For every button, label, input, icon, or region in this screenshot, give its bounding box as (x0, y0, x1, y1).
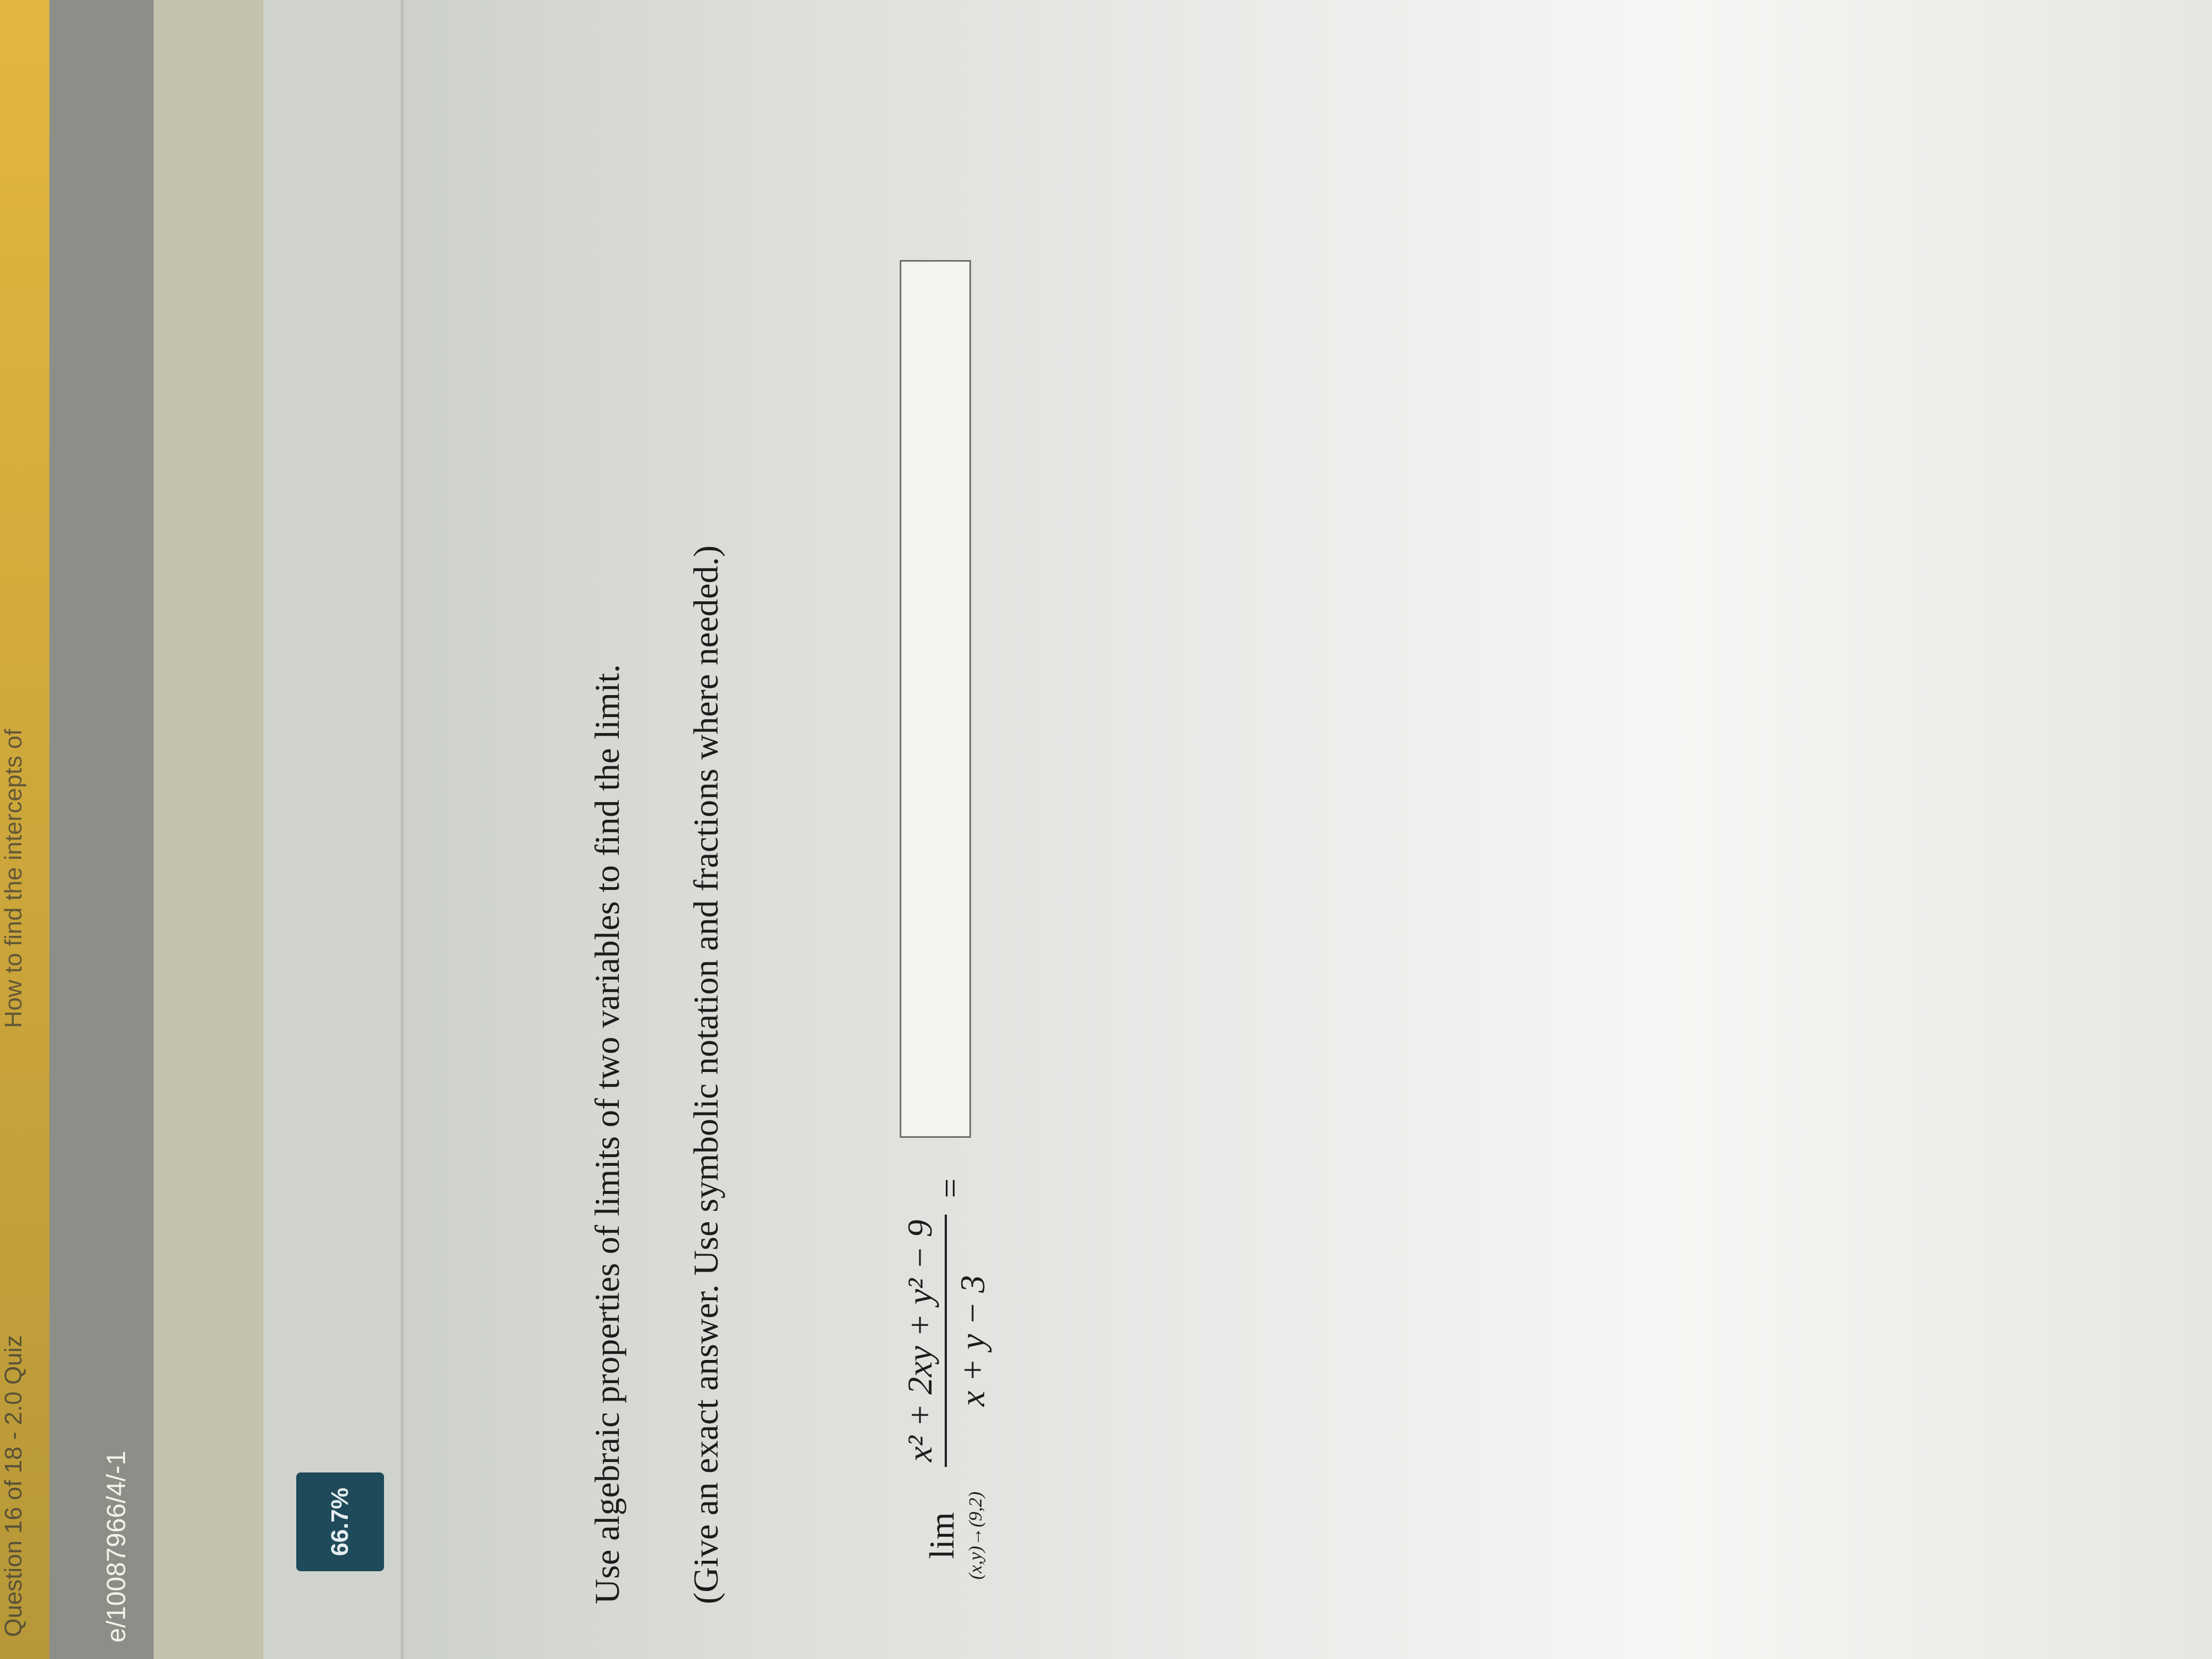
progress-badge: 66.7% (296, 1472, 384, 1571)
rotated-page: Question 16 of 18 - 2.0 Quiz How to find… (0, 0, 2212, 1659)
question-instruction: Use algebraic properties of limits of tw… (588, 664, 627, 1604)
answer-input[interactable] (900, 260, 971, 1138)
equals-sign: = (930, 1178, 969, 1198)
browser-tab-title-2[interactable]: How to find the intercepts of (0, 729, 27, 1028)
limit-expression-row: lim (x,y)→(9,2) x² + 2xy + y² − 9 x + y … (900, 52, 1042, 1588)
limit-word: lim (922, 1512, 961, 1559)
limit-subscript: (x,y)→(9,2) (966, 1491, 986, 1580)
progress-percent: 66.7% (326, 1487, 353, 1556)
limit-fraction: x² + 2xy + y² − 9 x + y − 3 (900, 1215, 993, 1467)
browser-tab-title[interactable]: Question 16 of 18 - 2.0 Quiz (0, 1335, 27, 1637)
address-url[interactable]: e/10087966/4/-1 (101, 1451, 132, 1643)
fraction-denominator: x + y − 3 (953, 1275, 992, 1407)
question-box: Use algebraic properties of limits of tw… (527, 13, 2063, 1604)
question-note: (Give an exact answer. Use symbolic nota… (686, 545, 725, 1604)
fraction-numerator: x² + 2xy + y² − 9 (900, 1220, 939, 1462)
limit-operator: lim (x,y)→(9,2) (922, 1483, 986, 1588)
